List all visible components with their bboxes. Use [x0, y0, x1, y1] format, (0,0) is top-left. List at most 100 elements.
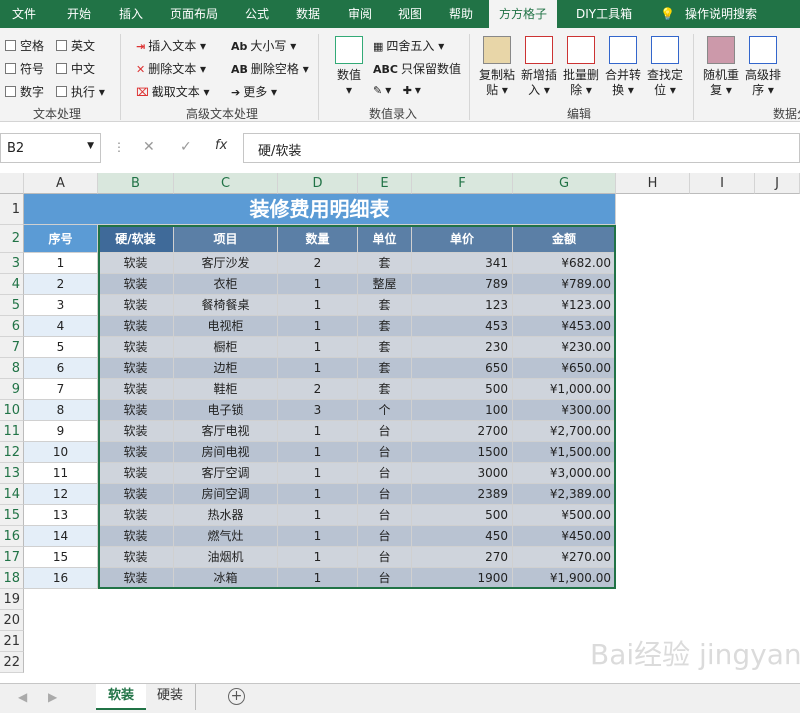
table-cell[interactable]: 软装: [98, 316, 174, 337]
table-cell[interactable]: 软装: [98, 547, 174, 568]
table-cell[interactable]: 台: [358, 547, 412, 568]
delete-space-button[interactable]: AB 删除空格 ▾: [231, 60, 309, 77]
table-cell[interactable]: 1: [278, 526, 358, 547]
table-cell[interactable]: ¥682.00: [513, 253, 616, 274]
table-header[interactable]: 单价: [412, 225, 513, 253]
tab-fangfanggezi[interactable]: 方方格子: [489, 0, 558, 29]
sheet-tab-soft[interactable]: 软装: [96, 684, 147, 710]
table-cell[interactable]: 套: [358, 337, 412, 358]
table-cell[interactable]: 软装: [98, 505, 174, 526]
table-cell[interactable]: 11: [24, 463, 98, 484]
table-cell[interactable]: ¥270.00: [513, 547, 616, 568]
table-cell[interactable]: 软装: [98, 274, 174, 295]
tell-me-search[interactable]: 操作说明搜索: [685, 0, 757, 28]
row-header[interactable]: 10: [0, 400, 24, 421]
table-cell[interactable]: 电子锁: [174, 400, 278, 421]
table-cell[interactable]: 软装: [98, 463, 174, 484]
table-cell[interactable]: 套: [358, 379, 412, 400]
row-header[interactable]: 3: [0, 253, 24, 274]
row-header[interactable]: 9: [0, 379, 24, 400]
table-cell[interactable]: 14: [24, 526, 98, 547]
table-cell[interactable]: 软装: [98, 484, 174, 505]
column-header[interactable]: G: [513, 173, 616, 194]
add-sheet-icon[interactable]: +: [228, 688, 245, 705]
table-cell[interactable]: 套: [358, 358, 412, 379]
tab-review[interactable]: 审阅: [348, 0, 372, 28]
table-cell[interactable]: 冰箱: [174, 568, 278, 589]
table-cell[interactable]: 软装: [98, 358, 174, 379]
table-cell[interactable]: 1: [278, 358, 358, 379]
table-cell[interactable]: 15: [24, 547, 98, 568]
table-cell[interactable]: 电视柜: [174, 316, 278, 337]
execute-button[interactable]: 执行 ▾: [56, 83, 105, 100]
table-cell[interactable]: 5: [24, 337, 98, 358]
table-cell[interactable]: ¥453.00: [513, 316, 616, 337]
tab-page-layout[interactable]: 页面布局: [170, 0, 218, 28]
table-cell[interactable]: 13: [24, 505, 98, 526]
table-cell[interactable]: 台: [358, 505, 412, 526]
table-cell[interactable]: 500: [412, 379, 513, 400]
chevron-down-icon[interactable]: ▼: [87, 141, 94, 151]
row-header[interactable]: 17: [0, 547, 24, 568]
sheet-tab-hard[interactable]: 硬装: [145, 684, 197, 710]
row-header[interactable]: 14: [0, 484, 24, 505]
table-cell[interactable]: 软装: [98, 337, 174, 358]
column-header[interactable]: F: [412, 173, 513, 194]
table-header[interactable]: 金额: [513, 225, 616, 253]
table-cell[interactable]: 3: [278, 400, 358, 421]
table-cell[interactable]: ¥1,500.00: [513, 442, 616, 463]
row-header[interactable]: 13: [0, 463, 24, 484]
table-cell[interactable]: 整屋: [358, 274, 412, 295]
table-cell[interactable]: 2: [24, 274, 98, 295]
table-cell[interactable]: 12: [24, 484, 98, 505]
table-cell[interactable]: 450: [412, 526, 513, 547]
table-cell[interactable]: 1: [278, 463, 358, 484]
copy-paste-button[interactable]: 复制粘贴 ▾: [476, 36, 518, 98]
checkbox-chinese[interactable]: 中文: [56, 60, 95, 77]
delete-text-button[interactable]: ✕ 删除文本 ▾: [136, 60, 206, 77]
column-header[interactable]: E: [358, 173, 412, 194]
table-cell[interactable]: 1: [278, 442, 358, 463]
table-cell[interactable]: 台: [358, 463, 412, 484]
table-cell[interactable]: 边柜: [174, 358, 278, 379]
table-cell[interactable]: 2389: [412, 484, 513, 505]
table-cell[interactable]: 餐椅餐桌: [174, 295, 278, 316]
insert-function-icon[interactable]: fx: [215, 138, 227, 153]
table-cell[interactable]: 1: [278, 295, 358, 316]
table-cell[interactable]: ¥1,000.00: [513, 379, 616, 400]
table-cell[interactable]: 341: [412, 253, 513, 274]
table-cell[interactable]: 2: [278, 379, 358, 400]
table-cell[interactable]: 100: [412, 400, 513, 421]
table-cell[interactable]: 油烟机: [174, 547, 278, 568]
row-header[interactable]: 8: [0, 358, 24, 379]
checkbox-number[interactable]: 数字: [5, 83, 44, 100]
checkbox-symbol[interactable]: 符号: [5, 60, 44, 77]
table-header[interactable]: 硬/软装: [98, 225, 174, 253]
table-cell[interactable]: 热水器: [174, 505, 278, 526]
row-header[interactable]: 1: [0, 194, 24, 225]
table-cell[interactable]: 1: [278, 421, 358, 442]
tab-view[interactable]: 视图: [398, 0, 422, 28]
table-header[interactable]: 数量: [278, 225, 358, 253]
table-cell[interactable]: 1: [24, 253, 98, 274]
column-header[interactable]: H: [616, 173, 690, 194]
prev-sheet-icon[interactable]: ◀: [18, 690, 27, 704]
table-header[interactable]: 单位: [358, 225, 412, 253]
table-cell[interactable]: ¥1,900.00: [513, 568, 616, 589]
table-cell[interactable]: 软装: [98, 421, 174, 442]
tab-data[interactable]: 数据: [296, 0, 320, 28]
row-header[interactable]: 16: [0, 526, 24, 547]
table-cell[interactable]: ¥3,000.00: [513, 463, 616, 484]
table-cell[interactable]: 套: [358, 253, 412, 274]
tab-insert[interactable]: 插入: [119, 0, 143, 28]
column-header[interactable]: B: [98, 173, 174, 194]
more-button[interactable]: ➔ 更多 ▾: [231, 83, 277, 100]
table-cell[interactable]: ¥230.00: [513, 337, 616, 358]
table-cell[interactable]: 123: [412, 295, 513, 316]
table-cell[interactable]: 500: [412, 505, 513, 526]
column-header[interactable]: C: [174, 173, 278, 194]
table-cell[interactable]: 8: [24, 400, 98, 421]
merge-convert-button[interactable]: 合并转换 ▾: [602, 36, 644, 98]
table-cell[interactable]: 台: [358, 568, 412, 589]
table-cell[interactable]: ¥123.00: [513, 295, 616, 316]
